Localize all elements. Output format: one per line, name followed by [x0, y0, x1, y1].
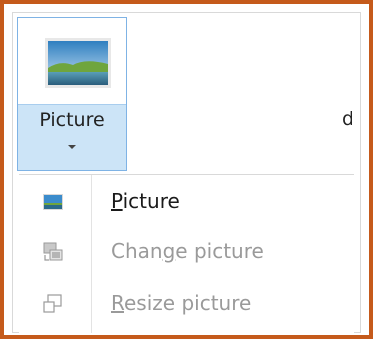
next-ribbon-label-fragment: d	[342, 108, 352, 130]
menu-item-change-picture[interactable]: Change picture	[19, 229, 354, 275]
picture-icon	[43, 194, 63, 210]
resize-picture-icon	[43, 294, 62, 313]
change-picture-icon	[43, 242, 63, 261]
picture-split-top[interactable]	[18, 18, 126, 105]
screenshot-frame: Picture d Picture Change picture	[0, 0, 373, 339]
chevron-down-icon	[68, 145, 76, 149]
picture-icon	[45, 38, 111, 88]
menu-item-label: Picture	[111, 189, 180, 213]
menu-item-resize-picture[interactable]: Resize picture	[19, 281, 354, 327]
picture-dropdown-toggle[interactable]: Picture	[18, 105, 126, 170]
menu-item-picture[interactable]: Picture	[19, 179, 354, 225]
menu-item-label: Resize picture	[111, 291, 252, 315]
picture-dropdown-menu: Picture Change picture Resize picture	[19, 174, 354, 333]
picture-split-button[interactable]: Picture	[17, 17, 127, 171]
picture-button-label: Picture	[39, 109, 105, 131]
menu-item-label: Change picture	[111, 239, 264, 263]
